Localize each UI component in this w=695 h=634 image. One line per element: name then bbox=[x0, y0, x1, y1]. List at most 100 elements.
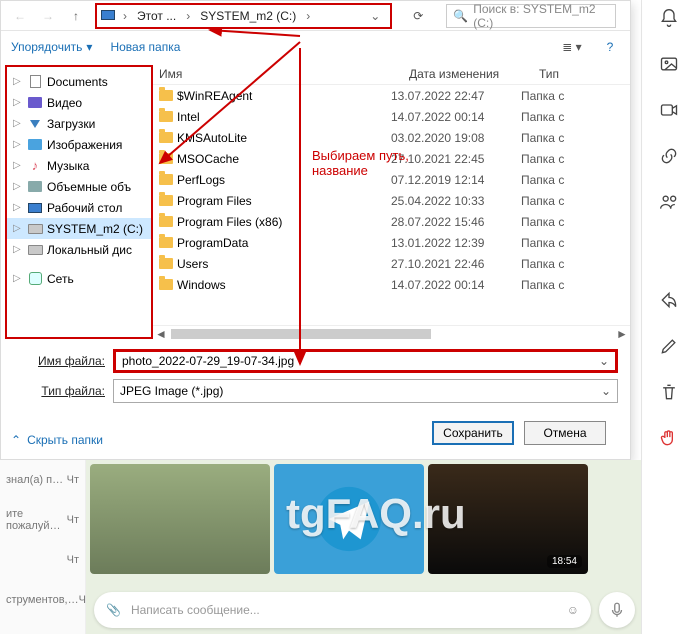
file-row[interactable]: $WinREAgent13.07.2022 22:47Папка с bbox=[153, 85, 630, 106]
breadcrumb-sep: › bbox=[304, 9, 312, 23]
address-bar[interactable]: › Этот ... › SYSTEM_m2 (C:) › ⌄ bbox=[95, 3, 392, 29]
filetype-label: Тип файла: bbox=[13, 384, 113, 398]
caret-icon[interactable]: ▷ bbox=[13, 97, 23, 108]
trash-icon[interactable] bbox=[657, 380, 681, 404]
caret-icon[interactable]: ▷ bbox=[13, 223, 23, 234]
caret-icon[interactable]: ▷ bbox=[13, 139, 23, 150]
share-icon[interactable] bbox=[657, 288, 681, 312]
refresh-button[interactable]: ⟳ bbox=[404, 9, 432, 23]
people-icon[interactable] bbox=[657, 190, 681, 214]
link-icon[interactable] bbox=[657, 144, 681, 168]
file-type: Папка с bbox=[521, 89, 630, 103]
node-icon: ♪ bbox=[27, 158, 43, 174]
nav-up-button[interactable]: ↑ bbox=[65, 5, 87, 27]
col-type[interactable]: Тип bbox=[539, 67, 630, 81]
chat-list-item[interactable]: ите пожалуй…Чт bbox=[0, 500, 85, 540]
caret-icon[interactable]: ▷ bbox=[13, 181, 23, 192]
tree-node[interactable]: ▷Объемные объ bbox=[7, 176, 151, 197]
caret-icon[interactable]: ▷ bbox=[13, 160, 23, 171]
bell-icon[interactable] bbox=[657, 6, 681, 30]
emoji-icon[interactable]: ☺ bbox=[567, 603, 579, 617]
organize-button[interactable]: Упорядочить ▾ bbox=[11, 40, 92, 54]
chevron-up-icon: ⌃ bbox=[11, 433, 21, 447]
dialog-toolbar: Упорядочить ▾ Новая папка ≣ ▾ ? bbox=[1, 31, 630, 63]
hide-folders-toggle[interactable]: ⌃ Скрыть папки bbox=[11, 433, 103, 447]
scroll-thumb[interactable] bbox=[171, 329, 431, 339]
save-dialog: ← → ↑ › Этот ... › SYSTEM_m2 (C:) › ⌄ ⟳ … bbox=[0, 0, 631, 460]
chat-list-item[interactable]: Чт bbox=[0, 540, 85, 580]
caret-icon[interactable]: ▷ bbox=[13, 202, 23, 213]
col-name[interactable]: Имя bbox=[159, 67, 409, 81]
file-row[interactable]: PerfLogs07.12.2019 12:14Папка с bbox=[153, 169, 630, 190]
save-button[interactable]: Сохранить bbox=[432, 421, 514, 445]
tree-node[interactable]: ▷Рабочий стол bbox=[7, 197, 151, 218]
tree-node[interactable]: ▷Видео bbox=[7, 92, 151, 113]
file-row[interactable]: Program Files (x86)28.07.2022 15:46Папка… bbox=[153, 211, 630, 232]
breadcrumb-root[interactable]: Этот ... bbox=[135, 9, 178, 23]
file-name: $WinREAgent bbox=[177, 89, 252, 103]
file-row[interactable]: Program Files25.04.2022 10:33Папка с bbox=[153, 190, 630, 211]
file-row[interactable]: Windows14.07.2022 00:14Папка с bbox=[153, 274, 630, 295]
tree-node[interactable]: ▷SYSTEM_m2 (C:) bbox=[7, 218, 151, 239]
node-icon bbox=[27, 95, 43, 111]
addr-dropdown-icon[interactable]: ⌄ bbox=[364, 5, 386, 27]
search-input[interactable]: 🔍 Поиск в: SYSTEM_m2 (C:) bbox=[446, 4, 616, 28]
tree-node[interactable]: ▷ Загрузки bbox=[7, 113, 151, 134]
file-row[interactable]: KMSAutoLite03.02.2020 19:08Папка с bbox=[153, 127, 630, 148]
scroll-left-icon[interactable]: ◄ bbox=[153, 327, 169, 341]
view-mode-button[interactable]: ≣ ▾ bbox=[562, 40, 582, 54]
photo-thumb[interactable] bbox=[90, 464, 270, 574]
caret-icon[interactable]: ▷ bbox=[13, 118, 23, 129]
file-name: Intel bbox=[177, 110, 200, 124]
file-name: Windows bbox=[177, 278, 226, 292]
filetype-select[interactable]: JPEG Image (*.jpg) ⌄ bbox=[113, 379, 618, 403]
caret-icon[interactable]: ▷ bbox=[13, 76, 23, 87]
mic-button[interactable] bbox=[599, 592, 635, 628]
nav-fwd-button[interactable]: → bbox=[37, 5, 59, 27]
chevron-down-icon[interactable]: ⌄ bbox=[599, 354, 609, 368]
file-row[interactable]: Intel14.07.2022 00:14Папка с bbox=[153, 106, 630, 127]
camera-icon[interactable] bbox=[657, 98, 681, 122]
filename-input[interactable]: photo_2022-07-29_19-07-34.jpg ⌄ bbox=[113, 349, 618, 373]
file-name: ProgramData bbox=[177, 236, 248, 250]
help-button[interactable]: ? bbox=[600, 40, 620, 54]
edit-icon[interactable] bbox=[657, 334, 681, 358]
tree-node[interactable]: ▷♪Музыка bbox=[7, 155, 151, 176]
chat-list-item[interactable]: знал(а) п…Чт bbox=[0, 460, 85, 500]
chevron-down-icon[interactable]: ⌄ bbox=[601, 384, 611, 398]
file-row[interactable]: Users27.10.2021 22:46Папка с bbox=[153, 253, 630, 274]
caret-icon[interactable]: ▷ bbox=[13, 244, 23, 255]
tree-node[interactable]: ▷ Изображения bbox=[7, 134, 151, 155]
caret-icon[interactable]: ▷ bbox=[13, 273, 23, 284]
file-date: 13.01.2022 12:39 bbox=[391, 236, 521, 250]
file-row[interactable]: MSOCache27.10.2021 22:45Папка с bbox=[153, 148, 630, 169]
folder-icon bbox=[159, 111, 173, 122]
nav-back-button[interactable]: ← bbox=[9, 5, 31, 27]
tree-node-network[interactable]: ▷Сеть bbox=[7, 268, 151, 289]
column-headers[interactable]: Имя Дата изменения Тип bbox=[153, 63, 630, 85]
chat-time: Чт bbox=[67, 514, 79, 526]
chat-list-item[interactable]: струментов,…Чт bbox=[0, 580, 85, 620]
node-label: Изображения bbox=[47, 138, 122, 152]
tree-node[interactable]: ▷Локальный дис bbox=[7, 239, 151, 260]
h-scrollbar[interactable]: ◄ ► bbox=[153, 325, 630, 341]
hand-icon[interactable] bbox=[657, 426, 681, 450]
attach-icon[interactable]: 📎 bbox=[106, 603, 121, 617]
node-label: Загрузки bbox=[47, 117, 95, 131]
cancel-button[interactable]: Отмена bbox=[524, 421, 606, 445]
file-row[interactable]: ProgramData13.01.2022 12:39Папка с bbox=[153, 232, 630, 253]
folder-icon bbox=[159, 132, 173, 143]
chat-time: Чт bbox=[67, 474, 79, 486]
file-date: 27.10.2021 22:45 bbox=[391, 152, 521, 166]
node-icon bbox=[27, 242, 43, 258]
breadcrumb-current[interactable]: SYSTEM_m2 (C:) bbox=[198, 9, 298, 23]
new-folder-button[interactable]: Новая папка bbox=[110, 40, 180, 54]
col-date[interactable]: Дата изменения bbox=[409, 67, 539, 81]
file-name: PerfLogs bbox=[177, 173, 225, 187]
tree-node[interactable]: ▷Documents bbox=[7, 71, 151, 92]
scroll-right-icon[interactable]: ► bbox=[614, 327, 630, 341]
folder-icon bbox=[159, 153, 173, 164]
mic-icon bbox=[608, 601, 626, 619]
compose-input[interactable]: 📎 Написать сообщение... ☺ bbox=[94, 592, 591, 628]
gallery-icon[interactable] bbox=[657, 52, 681, 76]
